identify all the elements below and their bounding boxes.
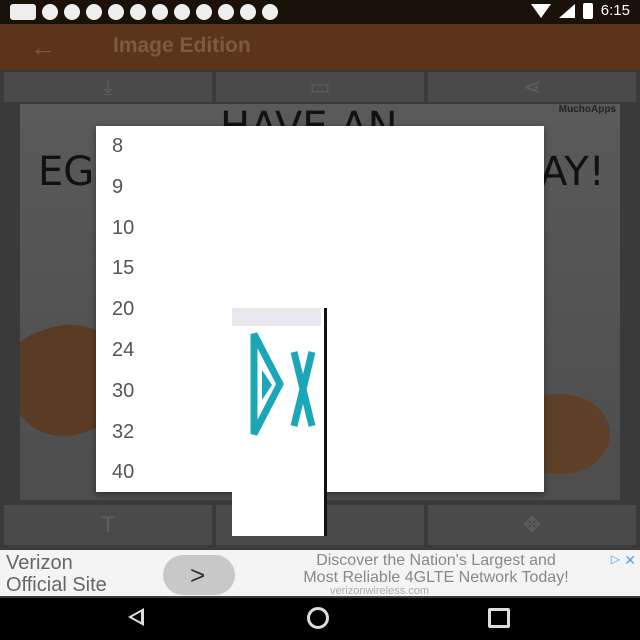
dx-logo-icon — [250, 332, 316, 436]
dropdown-option[interactable]: 9 — [96, 167, 544, 208]
text-icon: T — [101, 512, 115, 537]
soccer-ball-icon — [174, 4, 190, 20]
soccer-ball-icon — [130, 4, 146, 20]
app-icon — [42, 4, 58, 20]
dropdown-option[interactable]: 8 — [96, 126, 544, 167]
ad-headline: Verizon Official Site — [6, 552, 107, 596]
close-icon[interactable]: ✕ — [624, 552, 636, 569]
soccer-ball-icon — [86, 4, 102, 20]
status-bar: 6:15 — [0, 0, 640, 24]
nav-home-icon[interactable] — [307, 607, 329, 629]
notification-icons — [10, 4, 278, 20]
soccer-ball-icon — [240, 4, 256, 20]
adchoices-icon[interactable]: ▷ — [611, 552, 620, 566]
text-tool-button[interactable]: T — [4, 505, 212, 545]
soccer-ball-icon — [196, 4, 212, 20]
add-image-icon: ▭ — [309, 74, 331, 99]
ad-url[interactable]: verizonwireless.com — [330, 585, 429, 597]
ad-line: Verizon — [6, 552, 73, 574]
dropdown-option[interactable]: 15 — [96, 248, 544, 289]
logo-top-band — [232, 308, 321, 326]
share-icon: ⋖ — [522, 74, 542, 99]
brand-watermark: MuchoApps — [558, 104, 616, 115]
soccer-ball-icon — [108, 4, 124, 20]
app-toolbar: ← Image Edition — [0, 24, 640, 70]
nav-recents-icon[interactable] — [488, 608, 510, 628]
wifi-icon — [530, 3, 551, 18]
message-icon — [10, 4, 36, 20]
soccer-ball-icon — [64, 4, 80, 20]
chevron-right-icon: > — [190, 560, 206, 590]
clock: 6:15 — [600, 2, 630, 19]
page-title: Image Edition — [113, 34, 251, 57]
overlay-logo — [232, 308, 327, 536]
ad-line: Discover the Nation's Largest and — [316, 552, 556, 569]
dropdown-option[interactable]: 10 — [96, 208, 544, 249]
add-image-button[interactable]: ▭ — [216, 72, 424, 102]
signal-icon — [558, 3, 575, 18]
download-button[interactable]: ⤓ — [4, 72, 212, 102]
share-button[interactable]: ⋖ — [428, 72, 636, 102]
move-icon: ✥ — [522, 512, 542, 537]
ad-description: Discover the Nation's Largest and Most R… — [246, 552, 626, 586]
ad-line: Official Site — [6, 574, 107, 596]
ad-line: Most Reliable 4GLTE Network Today! — [303, 569, 569, 586]
soccer-ball-icon — [152, 4, 168, 20]
back-arrow-icon[interactable]: ← — [30, 32, 56, 63]
caption-text-right: AY! — [540, 149, 605, 195]
nav-back-inner — [132, 612, 141, 622]
battery-icon — [582, 2, 593, 19]
soccer-ball-icon — [262, 4, 278, 20]
status-right: 6:15 — [530, 2, 630, 19]
soccer-ball-icon — [218, 4, 234, 20]
download-icon: ⤓ — [103, 74, 113, 99]
move-tool-button[interactable]: ✥ — [428, 505, 636, 545]
top-action-bar: ⤓ ▭ ⋖ — [4, 72, 636, 102]
